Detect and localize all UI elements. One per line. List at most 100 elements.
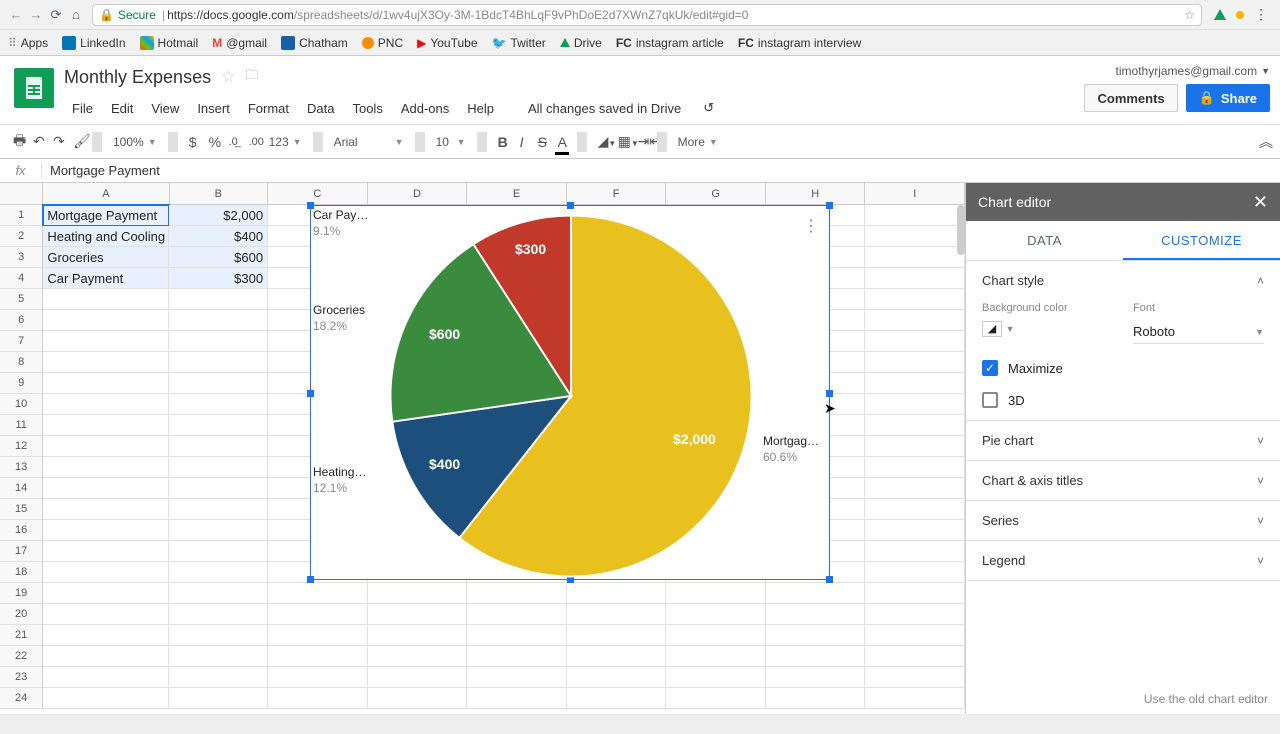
account-label[interactable]: timothyrjames@gmail.com▼ [1116,64,1270,78]
cell[interactable] [43,457,169,478]
share-button[interactable]: 🔒Share [1186,84,1270,112]
bookmark-chatham[interactable]: Chatham [281,36,348,50]
browser-menu-icon[interactable]: ⋮ [1254,6,1268,23]
row-header[interactable]: 18 [0,562,43,583]
cell[interactable] [666,625,766,646]
cell[interactable] [169,625,268,646]
row-header[interactable]: 5 [0,289,43,310]
more-toolbar[interactable]: More▼ [673,131,723,153]
cell[interactable] [865,499,965,520]
cell[interactable] [865,604,965,625]
row-header[interactable]: 9 [0,373,43,394]
section-series[interactable]: Series˅ [966,501,1280,541]
chart-handle[interactable] [307,576,314,583]
cell[interactable] [865,373,965,394]
col-header[interactable]: C [268,183,368,205]
col-header[interactable]: I [865,183,965,205]
3d-checkbox[interactable]: 3D [982,392,1264,408]
bookmark-gmail[interactable]: M@gmail [212,36,267,50]
cell[interactable] [368,667,468,688]
row-header[interactable]: 24 [0,688,43,709]
maximize-checkbox[interactable]: ✓Maximize [982,360,1264,376]
cell[interactable] [43,310,169,331]
menu-help[interactable]: Help [459,97,502,120]
cell[interactable] [43,352,169,373]
cell[interactable]: Car Payment [43,268,169,289]
cell[interactable] [43,373,169,394]
chart-handle[interactable] [826,576,833,583]
italic-icon[interactable]: I [513,130,531,154]
cell[interactable] [43,583,169,604]
cell[interactable] [865,289,965,310]
cell[interactable] [368,625,468,646]
cell[interactable] [43,394,169,415]
cell[interactable] [865,562,965,583]
cell[interactable] [865,268,965,289]
cell[interactable]: $300 [169,268,268,289]
merge-icon[interactable]: ⇥⇤▼ [633,129,651,154]
bookmark-drive[interactable]: Drive [560,36,602,50]
row-header[interactable]: 3 [0,247,43,268]
cell[interactable] [169,478,268,499]
pie-chart[interactable]: ⋮ Mortgag…60.6%Heating…12.1%Groceries18.… [310,205,830,580]
row-header[interactable]: 14 [0,478,43,499]
cell[interactable] [467,625,567,646]
vertical-scrollbar[interactable] [957,205,965,255]
reload-icon[interactable]: ⟳ [46,7,66,23]
section-chart-style[interactable]: Chart style ˄ Background color ◢ ▼ Font … [966,261,1280,421]
fillcolor-icon[interactable]: ◢▼ [593,129,611,154]
cell[interactable] [766,604,866,625]
cell[interactable]: Groceries [43,247,169,268]
cell[interactable] [169,667,268,688]
cell[interactable] [666,688,766,709]
cell[interactable] [467,688,567,709]
cell[interactable] [865,667,965,688]
cell[interactable] [766,688,866,709]
sheets-logo-icon[interactable] [14,68,54,108]
row-header[interactable]: 15 [0,499,43,520]
row-header[interactable]: 6 [0,310,43,331]
cell[interactable] [865,331,965,352]
bookmark-pnc[interactable]: PNC [362,36,403,50]
cell[interactable] [666,604,766,625]
zoom-select[interactable]: 100%▼ [108,131,162,153]
cell[interactable] [368,646,468,667]
cell[interactable] [169,457,268,478]
drive-ext-icon[interactable] [1214,9,1226,20]
cell[interactable] [567,688,667,709]
cell[interactable] [865,310,965,331]
section-titles[interactable]: Chart & axis titles˅ [966,461,1280,501]
cell[interactable] [43,604,169,625]
cell[interactable] [43,289,169,310]
cell[interactable] [169,562,268,583]
bookmark-twitter[interactable]: 🐦Twitter [492,36,546,50]
cell[interactable] [567,667,667,688]
cell[interactable] [666,646,766,667]
menu-edit[interactable]: Edit [103,97,141,120]
cell[interactable] [169,310,268,331]
cell[interactable] [567,625,667,646]
ext-dot-icon[interactable] [1236,11,1244,19]
cell[interactable] [43,541,169,562]
cell[interactable] [169,289,268,310]
cell[interactable] [865,436,965,457]
cell[interactable] [766,625,866,646]
cell[interactable] [268,646,368,667]
cell[interactable] [766,646,866,667]
cell[interactable] [169,352,268,373]
col-header[interactable]: F [567,183,667,205]
chart-handle[interactable] [307,390,314,397]
row-header[interactable]: 1 [0,205,43,226]
section-legend[interactable]: Legend˅ [966,541,1280,581]
sheet-tab-bar[interactable] [0,714,1280,734]
cell[interactable] [467,583,567,604]
folder-icon[interactable]: 🗀 [245,66,258,88]
old-editor-link[interactable]: Use the old chart editor [966,684,1280,714]
cell[interactable] [43,415,169,436]
row-header[interactable]: 21 [0,625,43,646]
chart-menu-icon[interactable]: ⋮ [803,216,819,236]
menu-data[interactable]: Data [299,97,342,120]
formula-input[interactable]: Mortgage Payment [42,163,168,178]
cell[interactable] [467,604,567,625]
bookmark-ig-article[interactable]: FCinstagram article [616,36,724,50]
